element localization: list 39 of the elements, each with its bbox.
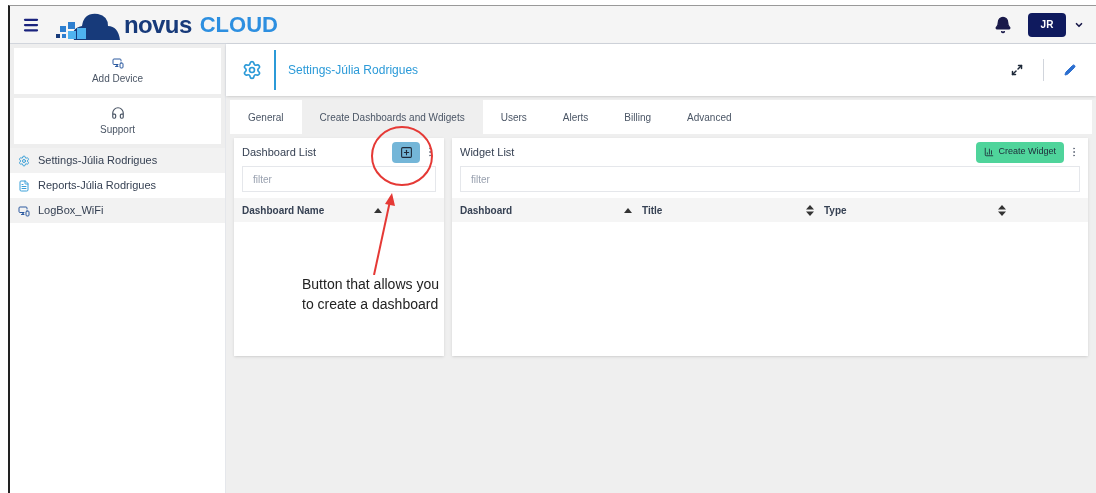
brand-suffix: CLOUD (199, 13, 278, 36)
sort-up-icon[interactable] (624, 207, 632, 213)
sort-up-icon[interactable] (374, 207, 382, 213)
column-header: Dashboard (460, 203, 513, 218)
document-icon (18, 179, 30, 192)
sidebar-item-label: Settings-Júlia Rodrigues (38, 153, 158, 169)
sidebar-item-label: Reports-Júlia Rodrigues (38, 178, 156, 194)
plus-icon (399, 145, 413, 159)
filter-field[interactable]: filter (242, 166, 436, 192)
user-avatar[interactable]: JR (1028, 12, 1066, 37)
gear-icon (18, 154, 30, 167)
sidebar-item-label: LogBox_WiFi (38, 203, 104, 219)
edit-icon[interactable] (1064, 64, 1076, 76)
headset-icon (110, 105, 125, 120)
column-header: Dashboard Name (242, 203, 325, 218)
device-icon (111, 56, 124, 69)
tab[interactable]: Create Dashboards and Wdigets (301, 100, 483, 134)
sort-icon[interactable] (806, 204, 814, 216)
card-title: Dashboard List (242, 144, 316, 160)
highlight-circle (370, 125, 434, 187)
sort-icon[interactable] (998, 204, 1006, 216)
sidebar-action-button[interactable]: Support (14, 98, 221, 144)
gear-icon (242, 60, 262, 80)
filter-field[interactable]: filter (460, 166, 1080, 192)
page-title: Settings-Júlia Rodrigues (288, 62, 419, 79)
column-header: Type (824, 203, 847, 218)
sidebar-item[interactable]: LogBox_WiFi (10, 198, 225, 223)
add-dashboard-button[interactable] (392, 141, 420, 163)
brand-name: novus (124, 12, 192, 37)
fullscreen-icon[interactable] (1011, 64, 1023, 76)
column-header: Title (642, 203, 663, 218)
card-title: Widget List (460, 144, 515, 160)
annotation-text: Button that allows you to create a dashboard (302, 275, 440, 314)
device-icon (18, 204, 30, 217)
sidebar-action-button[interactable]: Add Device (14, 48, 221, 94)
create-widget-button[interactable]: Create Widget (976, 141, 1064, 163)
bar-chart-icon (984, 147, 995, 157)
sidebar-item[interactable]: Settings-Júlia Rodrigues (10, 148, 225, 173)
notification-bell-icon[interactable] (994, 15, 1012, 34)
